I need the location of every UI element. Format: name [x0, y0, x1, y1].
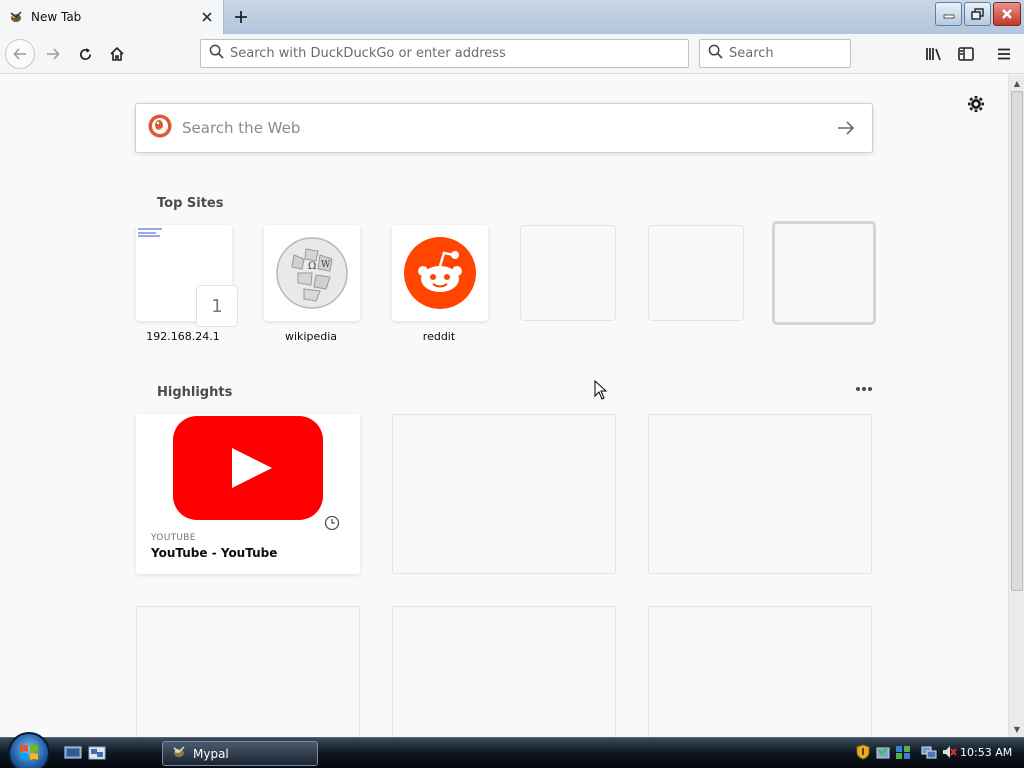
- add-top-site-placeholder[interactable]: [772, 221, 876, 325]
- home-icon: [110, 46, 124, 61]
- gear-icon: [967, 95, 985, 113]
- more-options-icon: [856, 387, 872, 391]
- window-controls: [935, 2, 1021, 26]
- library-icon: [926, 48, 941, 61]
- youtube-logo-icon: [173, 415, 323, 520]
- switch-windows-icon[interactable]: [88, 745, 106, 761]
- highlight-title: YouTube - YouTube: [151, 546, 278, 560]
- web-search-input[interactable]: [182, 119, 826, 137]
- highlights-more-button[interactable]: [852, 381, 876, 397]
- top-site-label: reddit: [422, 330, 456, 343]
- customize-settings-button[interactable]: [965, 93, 987, 115]
- empty-highlight-slot: [648, 414, 872, 574]
- svg-text:Ω: Ω: [308, 261, 316, 272]
- back-button[interactable]: [5, 39, 35, 69]
- forward-arrow-icon: [47, 48, 60, 60]
- empty-highlight-slot: [392, 414, 616, 574]
- highlight-meta: YOUTUBE YouTube - YouTube: [151, 533, 277, 560]
- top-site-tile[interactable]: [392, 225, 488, 321]
- sidebar-icon: [958, 47, 974, 61]
- tile-badge: 1: [196, 285, 238, 327]
- sidebar-button[interactable]: [952, 39, 980, 69]
- show-desktop-icon[interactable]: [64, 745, 82, 761]
- reddit-logo-icon: [404, 237, 476, 309]
- close-window-button[interactable]: [993, 2, 1021, 26]
- tab-title: New Tab: [31, 10, 82, 24]
- top-site-label: 192.168.24.1: [146, 330, 220, 343]
- forward-button[interactable]: [38, 39, 68, 69]
- search-icon: [209, 44, 224, 63]
- restore-button[interactable]: [964, 2, 991, 26]
- address-input[interactable]: [230, 46, 688, 61]
- tab-new-tab[interactable]: New Tab: [0, 0, 224, 34]
- search-input[interactable]: [729, 46, 850, 61]
- new-tab-button[interactable]: [228, 4, 254, 30]
- empty-highlight-slot: [136, 606, 360, 737]
- system-tray: [855, 744, 957, 760]
- mouse-cursor-icon: [594, 379, 608, 404]
- address-bar[interactable]: [200, 39, 689, 68]
- start-button[interactable]: [8, 732, 50, 768]
- arrow-right-icon: [838, 121, 855, 135]
- top-sites-title: Top Sites: [157, 196, 224, 211]
- scroll-up-arrow-icon[interactable]: ▲: [1012, 78, 1022, 88]
- top-site-tile[interactable]: Ω W: [264, 225, 360, 321]
- wikipedia-logo-icon: Ω W: [276, 237, 348, 309]
- search-go-button[interactable]: [826, 108, 866, 148]
- mypal-app-icon: [171, 744, 187, 764]
- hamburger-menu-icon: [998, 48, 1010, 60]
- highlight-preview: [136, 414, 360, 521]
- tab-favicon-icon: [8, 9, 24, 25]
- scroll-down-arrow-icon[interactable]: ▼: [1012, 724, 1022, 734]
- top-site-tile[interactable]: 1: [136, 225, 238, 327]
- back-arrow-icon: [13, 48, 26, 60]
- highlight-host: YOUTUBE: [151, 533, 196, 543]
- highlights-title: Highlights: [157, 385, 233, 400]
- minimize-button[interactable]: [935, 2, 962, 26]
- vertical-scrollbar[interactable]: ▲ ▼: [1008, 75, 1024, 737]
- library-button[interactable]: [920, 39, 948, 69]
- taskbar: Mypal 10:53 AM: [0, 732, 1024, 768]
- taskbar-clock[interactable]: 10:53 AM: [960, 746, 1012, 759]
- scrollbar-thumb[interactable]: [1011, 91, 1023, 591]
- title-bar: New Tab: [0, 0, 1024, 34]
- search-bar[interactable]: [699, 39, 851, 68]
- reload-icon: [79, 47, 91, 60]
- volume-muted-icon[interactable]: [941, 744, 957, 760]
- history-clock-icon: [321, 512, 343, 534]
- highlight-card[interactable]: YOUTUBE YouTube - YouTube: [136, 414, 360, 574]
- web-search-box[interactable]: [135, 103, 873, 153]
- empty-top-site-slot: [648, 225, 744, 321]
- top-site-label: wikipedia: [284, 330, 337, 343]
- taskbar-app-mypal[interactable]: Mypal: [162, 741, 318, 766]
- taskbar-app-label: Mypal: [193, 746, 229, 761]
- duckduckgo-logo-icon: [148, 114, 172, 142]
- search-icon: [708, 44, 723, 63]
- windows-logo-icon: [20, 745, 38, 760]
- security-shield-icon[interactable]: [855, 744, 871, 760]
- reload-button[interactable]: [70, 39, 100, 69]
- empty-top-site-slot: [520, 225, 616, 321]
- navigation-bar: [0, 34, 1024, 74]
- newtab-page: Top Sites 1 192.168.24.1 Ω W wikipedia: [0, 75, 1008, 737]
- svg-text:W: W: [321, 260, 331, 270]
- update-icon[interactable]: [895, 744, 911, 760]
- tab-close-icon[interactable]: [195, 5, 219, 29]
- empty-highlight-slot: [648, 606, 872, 737]
- menu-button[interactable]: [990, 39, 1018, 69]
- action-center-icon[interactable]: [875, 744, 891, 760]
- network-icon[interactable]: [921, 744, 937, 760]
- empty-highlight-slot: [392, 606, 616, 737]
- home-button[interactable]: [102, 39, 132, 69]
